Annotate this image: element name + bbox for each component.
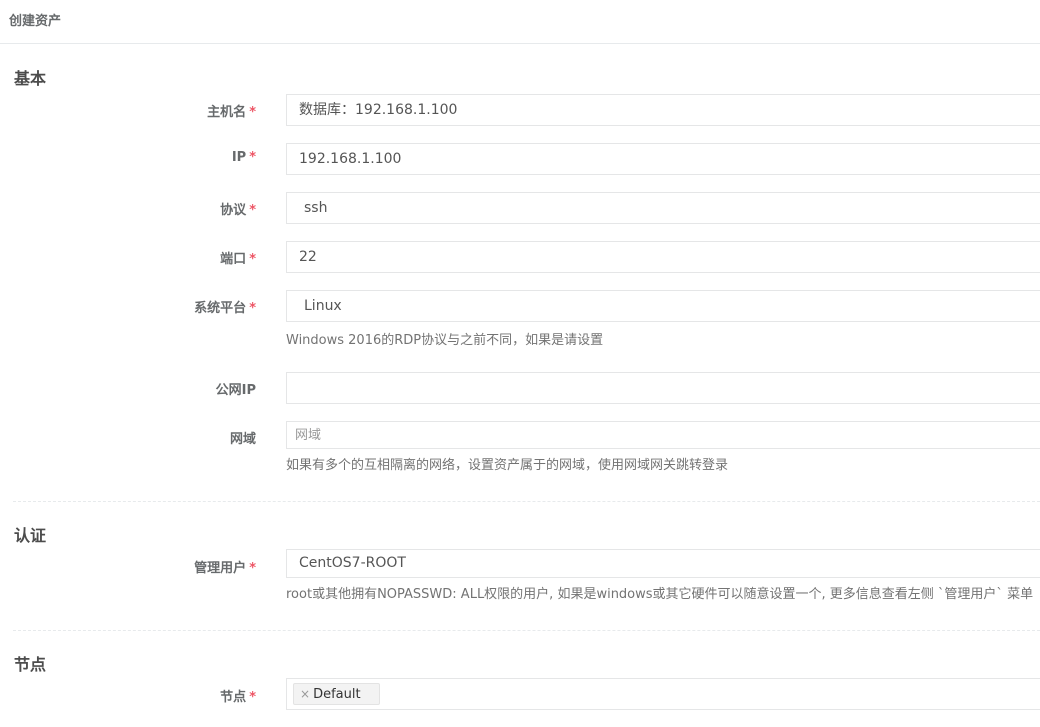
required-mark: * xyxy=(249,105,256,120)
section-auth-title: 认证 xyxy=(14,526,47,545)
section-divider xyxy=(13,501,1040,502)
node-tag: × Default xyxy=(293,683,380,705)
section-basic-title: 基本 xyxy=(14,69,47,88)
port-label: 端口 * xyxy=(220,252,256,267)
domain-help-text: 如果有多个的互相隔离的网络，设置资产属于的网域，使用网域网关跳转登录 xyxy=(286,458,729,473)
admin-user-select[interactable]: CentOS7-ROOT xyxy=(286,549,1040,578)
required-mark: * xyxy=(249,561,256,576)
hostname-input[interactable]: 数据库：192.168.1.100 xyxy=(286,94,1040,126)
required-mark: * xyxy=(249,150,256,165)
required-mark: * xyxy=(249,203,256,218)
domain-placeholder: 网域 xyxy=(295,428,322,443)
node-tag-label: Default xyxy=(313,687,361,702)
admin-user-label: 管理用户 * xyxy=(194,561,256,576)
platform-label: 系统平台 * xyxy=(194,301,256,316)
nodes-multiselect[interactable]: × Default xyxy=(286,678,1040,710)
protocol-label: 协议 * xyxy=(220,203,256,218)
public-ip-input[interactable] xyxy=(286,372,1040,404)
public-ip-label: 公网IP xyxy=(215,383,256,398)
hostname-label: 主机名 * xyxy=(207,105,256,120)
domain-label: 网域 xyxy=(229,432,256,447)
page-header: 创建资产 xyxy=(0,0,1040,44)
page-title: 创建资产 xyxy=(9,14,62,29)
admin-user-help-text: root或其他拥有NOPASSWD: ALL权限的用户, 如果是windows或… xyxy=(286,587,1034,602)
domain-select[interactable]: 网域 xyxy=(286,421,1040,449)
platform-help-text: Windows 2016的RDP协议与之前不同，如果是请设置 xyxy=(286,333,604,348)
protocol-select[interactable]: ssh xyxy=(286,192,1040,224)
platform-select[interactable]: Linux xyxy=(286,290,1040,322)
required-mark: * xyxy=(249,690,256,705)
required-mark: * xyxy=(249,301,256,316)
section-divider xyxy=(13,630,1040,631)
port-input[interactable]: 22 xyxy=(286,241,1040,273)
section-node-title: 节点 xyxy=(14,655,47,674)
remove-tag-icon[interactable]: × xyxy=(300,687,310,701)
nodes-label: 节点 * xyxy=(220,690,256,705)
ip-input[interactable]: 192.168.1.100 xyxy=(286,143,1040,175)
ip-label: IP * xyxy=(231,150,256,165)
required-mark: * xyxy=(249,252,256,267)
